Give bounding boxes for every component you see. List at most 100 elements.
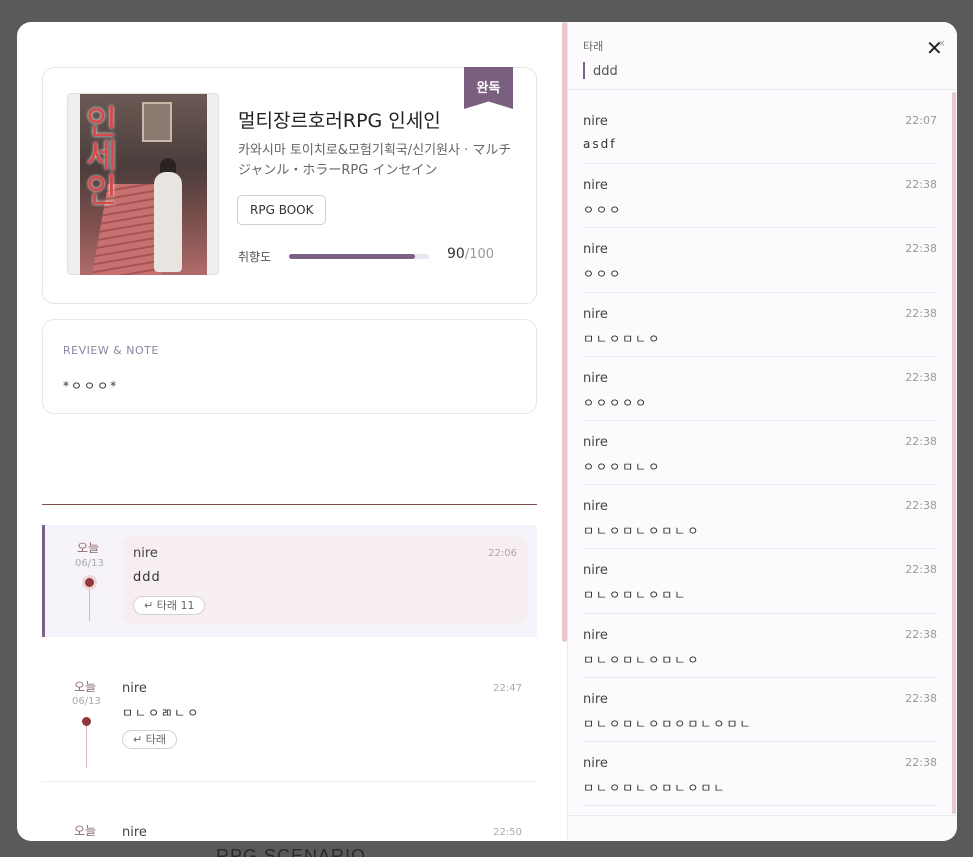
thread-item-time: 22:38	[905, 370, 937, 384]
thread-item-text: ㅁㄴㅇㅁㄴㅇㅁㅇㅁㄴㅇㅁㄴ	[583, 716, 753, 731]
section-divider	[42, 504, 537, 505]
thread-item[interactable]: nire 22:38 ㅁㄴㅇㅁㄴㅇ	[583, 293, 937, 357]
review-body: *ㅇㅇㅇ*	[63, 379, 119, 393]
timeline-entry[interactable]: 오늘 nire 22:50	[42, 816, 537, 841]
thread-item-author: nire	[583, 114, 608, 129]
entry-day: 오늘	[77, 541, 100, 555]
book-detail-panel: 인세인 완독 멀티장르호러RPG 인세인 카와시마 토이치로&모험기획국/신기원…	[17, 22, 562, 841]
timeline-line	[86, 726, 87, 768]
entry-date: 06/13	[72, 696, 101, 707]
thread-item-author: nire	[583, 755, 608, 771]
thread-scrollbar[interactable]	[952, 92, 956, 814]
thread-item-author: nire	[583, 178, 608, 194]
thread-item[interactable]: nire 22:38 ㅁㄴㅇㅁㄴㅇㅁㅇㅁㄴㅇㅁㄴ	[583, 678, 937, 742]
thread-item[interactable]: nire 22:38 ㅇㅇㅇ	[583, 228, 937, 293]
reply-icon: ↵	[144, 599, 157, 612]
thread-item-author: nire	[583, 627, 608, 643]
thread-button[interactable]: ↵ 타래 11	[133, 596, 206, 615]
thread-panel: 타래 ddd × ✕ nire 22:07 asdf nire 22:38 ㅇㅇㅇ nire…	[567, 22, 957, 841]
thread-accent-bar	[583, 62, 585, 79]
book-cover: 인세인	[67, 93, 219, 275]
entry-author: nire	[122, 825, 147, 840]
thread-item-author: nire	[583, 370, 608, 386]
timeline-entry[interactable]: 오늘 06/13 nire 22:47 ㅁㄴㅇㄻㄴㅇ ↵ 타래	[42, 672, 537, 782]
entry-time: 22:06	[488, 548, 517, 559]
cover-figure	[154, 172, 182, 272]
thread-item[interactable]: nire 22:38 ㅇㅇㅇ	[583, 164, 937, 229]
cover-art: 인세인	[80, 94, 207, 275]
thread-item[interactable]: nire 22:38 ㅁㄴㅇㅁㄴㅇㅁㄴㅇㅁㄴ	[583, 742, 937, 807]
thread-item-text: asdf	[583, 137, 617, 151]
thread-item-time: 22:38	[905, 178, 937, 192]
entry-time: 22:47	[493, 683, 522, 694]
entry-time: 22:50	[493, 827, 522, 838]
book-detail-modal: 인세인 완독 멀티장르호러RPG 인세인 카와시마 토이치로&모험기획국/신기원…	[17, 22, 957, 841]
thread-item[interactable]: nire 22:38 ㅁㄴㅇㅁㄴㅇㅁㄴㅇ	[583, 614, 937, 678]
thread-item-author: nire	[583, 563, 608, 579]
review-card: REVIEW & NOTE *ㅇㅇㅇ*	[42, 319, 537, 414]
thread-footer-divider	[568, 815, 957, 816]
thread-button[interactable]: ↵ 타래	[122, 730, 177, 749]
thread-origin-text: ddd	[593, 64, 618, 79]
completed-badge: 완독	[464, 67, 513, 109]
thread-header: 타래 ddd × ✕	[568, 22, 957, 90]
preference-bar	[289, 254, 429, 259]
thread-item-author: nire	[583, 434, 608, 450]
thread-item-text: ㅁㄴㅇㅁㄴㅇ	[583, 331, 662, 346]
timeline-dot	[82, 717, 91, 726]
entry-author: nire	[133, 546, 158, 561]
entry-author: nire	[122, 681, 147, 696]
thread-item-time: 22:38	[905, 306, 937, 320]
cover-portrait-frame	[142, 102, 172, 142]
background-text: RPG SCENARIO	[216, 846, 367, 857]
thread-item[interactable]: nire 22:38 ㅁㄴㅇㅁㄴㅇㅁㄴ	[583, 549, 937, 614]
entry-day: 오늘	[74, 824, 97, 838]
thread-item-time: 22:38	[905, 755, 937, 769]
thread-item-text: ㅁㄴㅇㅁㄴㅇㅁㄴㅇ	[583, 652, 701, 667]
thread-item[interactable]: nire 22:38 ㅁㄴㅇㅁㄴㅇㅁㄴㅇ	[583, 485, 937, 550]
preference-bar-fill	[289, 254, 415, 259]
reply-icon: ↵	[133, 733, 146, 746]
thread-item-text: ㅁㄴㅇㅁㄴㅇㅁㄴㅇㅁㄴ	[583, 780, 727, 795]
thread-item-author: nire	[583, 306, 608, 322]
thread-item-time: 22:38	[905, 563, 937, 577]
thread-item-author: nire	[583, 499, 608, 515]
timeline-line	[89, 589, 90, 621]
entry-date: 06/13	[75, 558, 104, 569]
entry-separator	[42, 781, 537, 782]
book-author: 카와시마 토이치로&모험기획국/신기원사 · マルチジャンル・ホラーRPG イン…	[238, 143, 512, 178]
thread-item-time: 22:38	[905, 242, 937, 256]
preference-value: 90/100	[447, 246, 495, 262]
tag-button[interactable]: RPG BOOK	[237, 195, 327, 225]
thread-item-author: nire	[583, 242, 608, 258]
thread-item-text: ㅁㄴㅇㅁㄴㅇㅁㄴ	[583, 588, 688, 603]
close-icon[interactable]: ✕	[926, 38, 943, 58]
thread-item-text: ㅇㅇㅇㅇㅇ	[583, 395, 649, 410]
thread-item-text: ㅁㄴㅇㅁㄴㅇㅁㄴㅇ	[583, 524, 701, 539]
book-title: 멀티장르호러RPG 인세인	[238, 110, 441, 132]
timeline-entry[interactable]: 오늘 06/13 nire 22:06 ddd ↵ 타래 11	[42, 525, 537, 637]
thread-item-author: nire	[583, 691, 608, 707]
thread-item-time: 22:38	[905, 434, 937, 448]
thread-item[interactable]: nire 22:07 asdf	[583, 100, 937, 165]
thread-item-time: 22:38	[905, 627, 937, 641]
thread-item-text: ㅇㅇㅇ	[583, 267, 623, 282]
entry-text: ㅁㄴㅇㄻㄴㅇ	[122, 706, 201, 720]
entry-bubble: nire 22:06 ddd ↵ 타래 11	[123, 537, 527, 623]
cover-title-text: 인세인	[86, 103, 118, 211]
thread-list: nire 22:07 asdf nire 22:38 ㅇㅇㅇ nire 22:38 ㅇㅇㅇ nir…	[568, 100, 952, 807]
entry-text: ddd	[133, 570, 161, 585]
review-heading: REVIEW & NOTE	[63, 344, 159, 357]
thread-item-text: ㅇㅇㅇ	[583, 203, 623, 218]
thread-item[interactable]: nire 22:38 ㅇㅇㅇㅁㄴㅇ	[583, 421, 937, 486]
book-card: 인세인 완독 멀티장르호러RPG 인세인 카와시마 토이치로&모험기획국/신기원…	[42, 67, 537, 304]
thread-item-time: 22:38	[905, 499, 937, 513]
entry-day: 오늘	[74, 680, 97, 694]
timeline-dot	[85, 578, 94, 587]
thread-item-time: 22:38	[905, 691, 937, 705]
thread-label: 타래	[583, 40, 604, 53]
thread-item-time: 22:07	[905, 114, 937, 127]
preference-label: 취향도	[238, 250, 272, 264]
thread-item-text: ㅇㅇㅇㅁㄴㅇ	[583, 459, 662, 474]
thread-item[interactable]: nire 22:38 ㅇㅇㅇㅇㅇ	[583, 357, 937, 421]
